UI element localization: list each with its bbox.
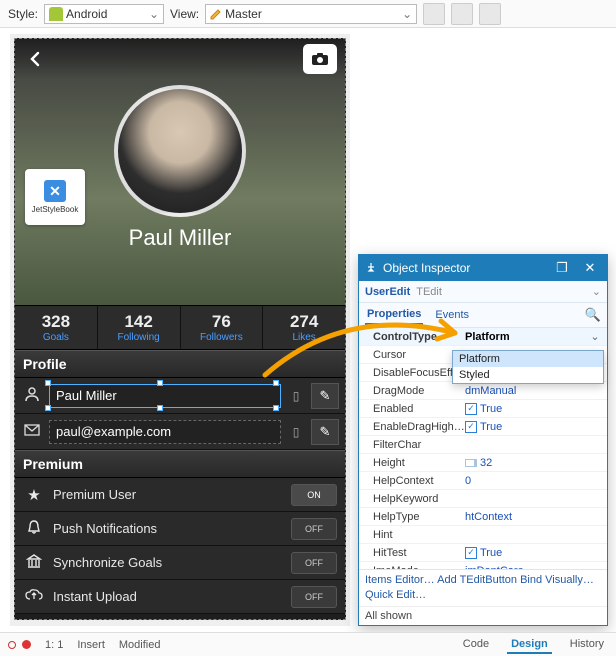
mobile-icon: ▯ xyxy=(287,389,305,403)
stats-row: 328Goals 142Following 76Followers 274Lik… xyxy=(15,305,345,350)
tab-code[interactable]: Code xyxy=(459,636,493,654)
view-label: View: xyxy=(170,7,199,21)
username-label: Paul Miller xyxy=(15,225,345,251)
record-icon[interactable] xyxy=(22,640,31,649)
inspector-object-selector[interactable]: UserEdit TEdit ⌄ xyxy=(359,281,607,303)
dropdown-item-styled[interactable]: Styled xyxy=(453,367,603,383)
prop-row-dragmode[interactable]: DragModedmManual xyxy=(359,382,607,400)
back-button[interactable] xyxy=(23,46,49,72)
tab-history[interactable]: History xyxy=(566,636,608,654)
insert-mode: Insert xyxy=(77,639,105,651)
inspector-allshown-label: All shown xyxy=(359,606,607,625)
pencil-icon xyxy=(210,8,222,20)
cursor-position: 1: 1 xyxy=(45,639,63,651)
prop-row-helpkeyword[interactable]: HelpKeyword xyxy=(359,490,607,508)
object-inspector-panel[interactable]: Object Inspector ❐ ✕ UserEdit TEdit ⌄ Pr… xyxy=(358,254,608,626)
prop-row-height[interactable]: Height32 xyxy=(359,454,607,472)
designer-canvas[interactable]: ✕ JetStyleBook Paul Miller 328Goals 142F… xyxy=(10,34,350,626)
android-icon xyxy=(49,7,63,21)
bank-icon xyxy=(23,553,45,573)
avatar-image[interactable] xyxy=(114,85,246,217)
pin-icon xyxy=(365,262,377,274)
stylebook-component[interactable]: ✕ JetStyleBook xyxy=(25,169,85,225)
sync-switch[interactable]: OFF xyxy=(291,552,337,574)
header-photo-area: ✕ JetStyleBook Paul Miller xyxy=(15,39,345,305)
user-name-input[interactable] xyxy=(49,384,281,408)
user-email-input[interactable] xyxy=(49,420,281,444)
toolbar-button-1[interactable] xyxy=(423,3,445,25)
stat-likes[interactable]: 274Likes xyxy=(263,306,345,349)
upload-switch[interactable]: OFF xyxy=(291,586,337,608)
stat-followers[interactable]: 76Followers xyxy=(181,306,264,349)
premium-switch[interactable]: ON xyxy=(291,484,337,506)
camera-button[interactable] xyxy=(303,44,337,74)
option-premium-user: ★ Premium User ON xyxy=(15,478,345,512)
cloud-upload-icon xyxy=(23,588,45,606)
prop-row-hittest[interactable]: HitTest✓True xyxy=(359,544,607,562)
email-field-row: ▯ ✎ xyxy=(15,414,345,450)
inspector-tabs: Properties Events 🔍 xyxy=(359,303,607,328)
prop-row-controltype[interactable]: ControlTypePlatform⌄ xyxy=(359,328,607,346)
prop-row-enabledraghighlight[interactable]: EnableDragHighlight✓True xyxy=(359,418,607,436)
inspector-bottom-links[interactable]: Items Editor… Add TEditButton Bind Visua… xyxy=(359,569,607,606)
premium-header: Premium xyxy=(15,450,345,478)
view-selector[interactable]: Master ⌄ xyxy=(205,4,417,24)
name-field-row: ▯ ✎ xyxy=(15,378,345,414)
edit-name-button[interactable]: ✎ xyxy=(311,383,339,409)
status-bar: 1: 1 Insert Modified Code Design History xyxy=(0,632,616,656)
stat-following[interactable]: 142Following xyxy=(98,306,181,349)
tab-events[interactable]: Events xyxy=(433,306,471,324)
modified-indicator: Modified xyxy=(119,639,161,651)
prop-row-hint[interactable]: Hint xyxy=(359,526,607,544)
prop-row-enabled[interactable]: Enabled✓True xyxy=(359,400,607,418)
top-toolbar: Style: Android ⌄ View: Master ⌄ xyxy=(0,0,616,28)
prop-row-helptype[interactable]: HelpTypehtContext xyxy=(359,508,607,526)
tab-design[interactable]: Design xyxy=(507,636,552,654)
controltype-dropdown-popup[interactable]: Platform Styled xyxy=(452,350,604,384)
tab-properties[interactable]: Properties xyxy=(365,305,423,325)
mail-icon xyxy=(21,423,43,440)
chevron-down-icon: ⌄ xyxy=(592,285,601,298)
chevron-down-icon[interactable]: ⌄ xyxy=(589,330,601,343)
macro-record-controls[interactable] xyxy=(8,640,31,649)
mobile-form[interactable]: ✕ JetStyleBook Paul Miller 328Goals 142F… xyxy=(14,38,346,620)
search-icon[interactable]: 🔍 xyxy=(585,307,601,323)
bell-icon xyxy=(23,519,45,539)
style-label: Style: xyxy=(8,7,38,21)
close-button[interactable]: ✕ xyxy=(579,259,601,277)
option-push-notifications: Push Notifications OFF xyxy=(15,512,345,546)
person-icon xyxy=(21,386,43,406)
restore-button[interactable]: ❐ xyxy=(551,259,573,277)
inspector-title: Object Inspector xyxy=(383,261,545,275)
option-sync-goals: Synchronize Goals OFF xyxy=(15,546,345,580)
inspector-titlebar[interactable]: Object Inspector ❐ ✕ xyxy=(359,255,607,281)
style-selector[interactable]: Android ⌄ xyxy=(44,4,164,24)
edit-email-button[interactable]: ✎ xyxy=(311,419,339,445)
prop-row-filterchar[interactable]: FilterChar xyxy=(359,436,607,454)
stylebook-icon: ✕ xyxy=(44,180,66,202)
push-switch[interactable]: OFF xyxy=(291,518,337,540)
toolbar-button-2[interactable] xyxy=(451,3,473,25)
star-icon: ★ xyxy=(23,486,45,504)
toolbar-button-3[interactable] xyxy=(479,3,501,25)
prop-row-helpcontext[interactable]: HelpContext0 xyxy=(359,472,607,490)
chevron-down-icon: ⌄ xyxy=(149,7,159,21)
mobile-icon: ▯ xyxy=(287,425,305,439)
option-instant-upload: Instant Upload OFF xyxy=(15,580,345,614)
prop-row-imemode[interactable]: ImeModeimDontCare xyxy=(359,562,607,569)
dropdown-item-platform[interactable]: Platform xyxy=(453,351,603,367)
chevron-down-icon: ⌄ xyxy=(402,7,412,21)
record-outline-icon[interactable] xyxy=(8,641,16,649)
stat-goals[interactable]: 328Goals xyxy=(15,306,98,349)
profile-header: Profile xyxy=(15,350,345,378)
